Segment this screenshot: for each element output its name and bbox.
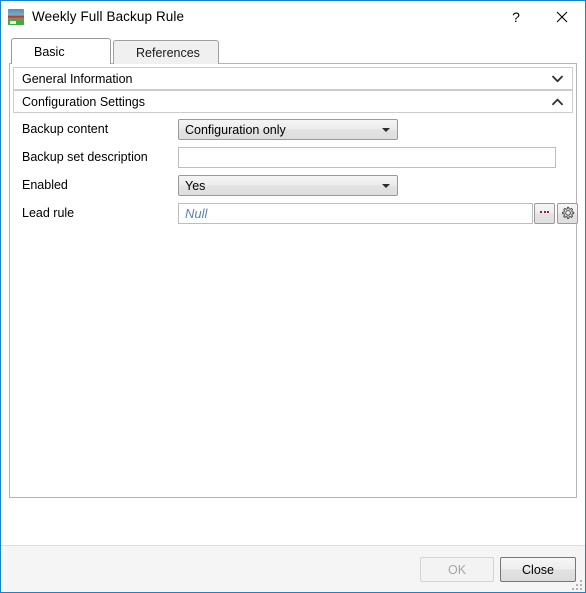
window-title: Weekly Full Backup Rule bbox=[32, 9, 185, 24]
close-icon bbox=[556, 11, 568, 22]
backup-content-dropdown[interactable]: Configuration only bbox=[178, 119, 398, 140]
title-bar: Weekly Full Backup Rule ? bbox=[1, 1, 585, 32]
backup-set-description-input[interactable] bbox=[178, 147, 556, 168]
row-backup-content: Backup content Configuration only bbox=[10, 116, 576, 142]
tab-basic[interactable]: Basic bbox=[11, 38, 111, 64]
enabled-dropdown[interactable]: Yes bbox=[178, 175, 398, 196]
enabled-value: Yes bbox=[185, 178, 206, 193]
expander-general-information[interactable]: General Information bbox=[13, 67, 573, 90]
tab-strip: Basic References bbox=[11, 38, 221, 64]
dialog-footer: OK Close bbox=[1, 545, 585, 592]
close-window-button[interactable] bbox=[539, 1, 585, 32]
row-backup-set-description: Backup set description bbox=[10, 144, 576, 170]
chevron-down-icon bbox=[382, 183, 390, 188]
expander-configuration-settings[interactable]: Configuration Settings bbox=[13, 90, 573, 113]
lead-rule-settings-button[interactable] bbox=[557, 203, 578, 224]
backup-set-description-label: Backup set description bbox=[22, 150, 148, 164]
backup-content-value: Configuration only bbox=[185, 122, 286, 137]
row-lead-rule: Lead rule Null bbox=[10, 200, 578, 226]
row-enabled: Enabled Yes bbox=[10, 172, 576, 198]
lead-rule-browse-button[interactable] bbox=[534, 203, 555, 224]
chevron-up-icon bbox=[551, 96, 563, 108]
dialog-content: Basic References General Information Con… bbox=[1, 32, 585, 545]
lead-rule-label: Lead rule bbox=[22, 206, 75, 220]
ok-button-label: OK bbox=[447, 562, 467, 577]
backup-rule-icon bbox=[8, 8, 24, 25]
tab-references-label: References bbox=[136, 45, 200, 60]
help-button[interactable]: ? bbox=[493, 1, 539, 32]
gear-icon bbox=[562, 206, 575, 219]
expander-configuration-settings-label: Configuration Settings bbox=[22, 94, 145, 109]
dialog-window: Weekly Full Backup Rule ? Basic Referenc… bbox=[0, 0, 586, 593]
expander-general-information-label: General Information bbox=[22, 71, 133, 86]
chevron-down-icon bbox=[382, 127, 390, 132]
resize-grip[interactable] bbox=[570, 578, 582, 590]
tab-basic-label: Basic bbox=[34, 44, 65, 59]
tab-references[interactable]: References bbox=[113, 40, 219, 64]
tab-panel-basic: General Information Configuration Settin… bbox=[9, 63, 578, 498]
ellipsis-icon bbox=[540, 211, 549, 213]
enabled-label: Enabled bbox=[22, 178, 68, 192]
lead-rule-value: Null bbox=[185, 206, 208, 221]
backup-content-label: Backup content bbox=[22, 122, 109, 136]
lead-rule-input[interactable]: Null bbox=[178, 203, 533, 224]
close-button-label: Close bbox=[522, 562, 554, 577]
help-icon: ? bbox=[512, 8, 520, 25]
close-button[interactable]: Close bbox=[500, 557, 576, 582]
window-controls: ? bbox=[493, 1, 585, 32]
ok-button[interactable]: OK bbox=[420, 557, 494, 582]
chevron-down-icon bbox=[551, 73, 563, 85]
configuration-settings-form: Backup content Configuration only Backup… bbox=[10, 116, 578, 228]
